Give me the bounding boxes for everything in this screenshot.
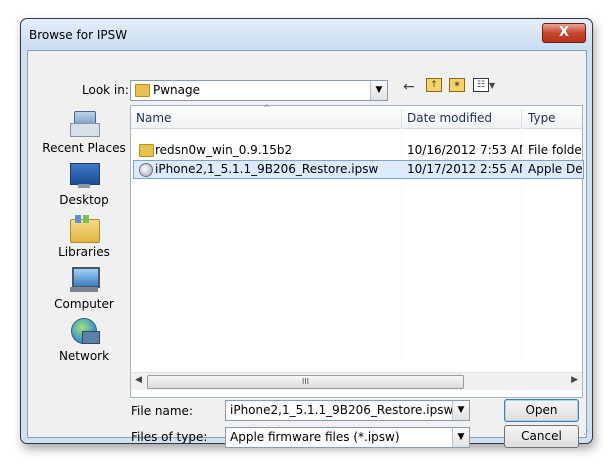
browse-dialog: Browse for IPSW X Look in: Pwnage ▼ ← ↑ … bbox=[20, 18, 593, 448]
sort-ascending-icon: ^ bbox=[263, 104, 271, 114]
chevron-down-icon[interactable]: ▼ bbox=[452, 428, 469, 447]
place-label: Recent Places bbox=[42, 141, 126, 155]
file-name: iPhone2,1_5.1.1_9B206_Restore.ipsw bbox=[155, 162, 379, 176]
place-recent-places[interactable]: Recent Places bbox=[34, 109, 134, 155]
open-button[interactable]: Open bbox=[504, 399, 579, 422]
file-date: 10/16/2012 7:53 AM bbox=[407, 143, 522, 157]
place-computer[interactable]: Computer bbox=[34, 265, 134, 311]
new-folder-icon[interactable]: ✶ bbox=[449, 78, 465, 92]
file-name-input[interactable]: iPhone2,1_5.1.1_9B206_Restore.ipsw ▼ bbox=[225, 400, 470, 421]
dialog-title: Browse for IPSW bbox=[29, 28, 128, 42]
file-type-value: Apple firmware files (*.ipsw) bbox=[230, 430, 400, 444]
file-row[interactable]: iPhone2,1_5.1.1_9B206_Restore.ipsw 10/17… bbox=[133, 160, 584, 179]
back-arrow-icon[interactable]: ← bbox=[403, 79, 415, 95]
title-bar[interactable]: Browse for IPSW X bbox=[21, 19, 592, 49]
folder-icon bbox=[139, 144, 154, 157]
files-of-type-label: Files of type: bbox=[131, 430, 208, 444]
column-name-header[interactable]: Name bbox=[136, 111, 171, 125]
list-header: ^ Name Date modified Type bbox=[131, 104, 582, 129]
dialog-body: Look in: Pwnage ▼ ← ↑ ✶ ☷ ▼ Recent Place… bbox=[27, 50, 587, 448]
file-name-label: File name: bbox=[131, 404, 193, 418]
up-folder-icon[interactable]: ↑ bbox=[426, 78, 442, 92]
look-in-label: Look in: bbox=[82, 83, 129, 97]
scroll-left-icon[interactable]: ◀ bbox=[135, 375, 142, 385]
resize-grip-icon[interactable]: ⋰ bbox=[580, 431, 590, 441]
place-label: Desktop bbox=[59, 193, 109, 207]
place-label: Libraries bbox=[58, 245, 110, 259]
look-in-dropdown[interactable]: Pwnage ▼ bbox=[130, 80, 388, 101]
view-chevron-icon[interactable]: ▼ bbox=[489, 81, 495, 90]
file-name-value: iPhone2,1_5.1.1_9B206_Restore.ipsw bbox=[230, 403, 454, 417]
place-label: Network bbox=[58, 349, 110, 363]
libraries-icon bbox=[68, 213, 100, 243]
recent-places-icon bbox=[68, 109, 100, 139]
chevron-down-icon[interactable]: ▼ bbox=[370, 81, 387, 100]
desktop-icon bbox=[68, 161, 100, 191]
cancel-button[interactable]: Cancel bbox=[504, 425, 579, 448]
scroll-thumb[interactable]: III bbox=[147, 375, 464, 389]
place-label: Computer bbox=[54, 297, 114, 311]
scroll-right-icon[interactable]: ▶ bbox=[571, 375, 578, 385]
file-name: redsn0w_win_0.9.15b2 bbox=[155, 143, 293, 157]
column-type-header[interactable]: Type bbox=[528, 111, 556, 125]
column-date-header[interactable]: Date modified bbox=[407, 111, 492, 125]
file-type: Apple Dev bbox=[528, 162, 582, 176]
file-type-dropdown[interactable]: Apple firmware files (*.ipsw) ▼ bbox=[225, 427, 470, 448]
network-icon bbox=[68, 317, 100, 347]
look-in-value: Pwnage bbox=[153, 83, 201, 97]
file-type: File folder bbox=[528, 143, 582, 157]
place-desktop[interactable]: Desktop bbox=[34, 161, 134, 207]
file-date: 10/17/2012 2:55 AM bbox=[407, 162, 522, 176]
close-button[interactable]: X bbox=[542, 23, 586, 43]
view-menu-icon[interactable]: ☷ bbox=[473, 78, 489, 92]
chevron-down-icon[interactable]: ▼ bbox=[452, 401, 469, 420]
folder-icon bbox=[135, 84, 150, 97]
places-bar: Recent Places Desktop Libraries Computer… bbox=[34, 105, 136, 395]
file-row[interactable]: redsn0w_win_0.9.15b2 10/16/2012 7:53 AM … bbox=[133, 141, 582, 160]
place-network[interactable]: Network bbox=[34, 317, 134, 363]
computer-icon bbox=[68, 265, 100, 295]
ipsw-file-icon bbox=[139, 163, 153, 177]
horizontal-scrollbar[interactable]: ◀ III ▶ bbox=[131, 372, 582, 390]
place-libraries[interactable]: Libraries bbox=[34, 213, 134, 259]
file-list[interactable]: ^ Name Date modified Type redsn0w_win_0.… bbox=[130, 104, 584, 398]
